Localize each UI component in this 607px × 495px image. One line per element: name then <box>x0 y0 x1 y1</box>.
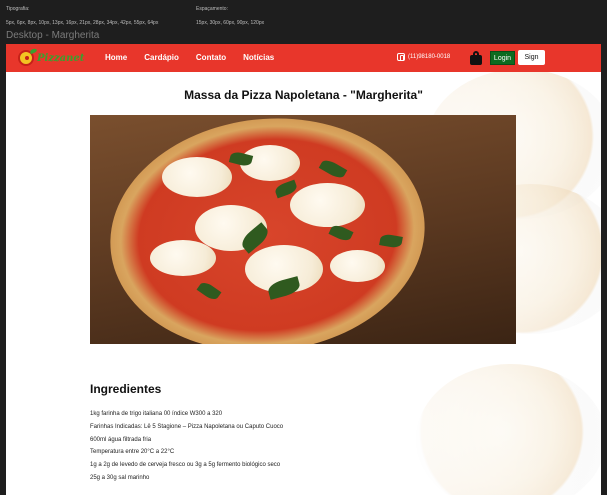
design-spec-notes: Tipografia: 5px, 6px, 8px, 10px, 13px, 1… <box>0 0 607 30</box>
nav-noticias[interactable]: Notícias <box>243 53 274 62</box>
ingredients-title: Ingredientes <box>90 382 162 396</box>
spacing-spec: Espaçamento: 15px, 30px, 60px, 90px, 120… <box>196 6 264 26</box>
whatsapp-icon <box>397 53 405 61</box>
shopping-bag-icon[interactable] <box>470 51 482 65</box>
page-title: Massa da Pizza Napoletana - "Margherita" <box>184 88 423 102</box>
list-item: 25g a 30g sal marinho <box>90 474 150 481</box>
list-item: 600ml água filtrada fria <box>90 436 152 443</box>
typography-values: 5px, 6px, 8px, 10px, 13px, 16px, 21px, 2… <box>6 20 159 26</box>
desktop-frame: Pizzanet Home Cardápio Contato Notícias … <box>6 44 601 495</box>
list-item: 1kg farinha de trigo italiana 00 índice … <box>90 411 223 417</box>
login-button[interactable]: Login <box>490 51 515 65</box>
sign-button[interactable]: Sign <box>518 50 545 65</box>
list-item: Temperatura entre 20°C a 22°C <box>90 449 175 456</box>
spacing-label: Espaçamento: <box>196 6 228 12</box>
logo[interactable]: Pizzanet <box>18 47 85 67</box>
list-item: 1g a 2g de levedo de cerveja fresco ou 3… <box>90 462 281 469</box>
nav-home[interactable]: Home <box>105 53 127 62</box>
list-item: Farinhas Indicadas: Lê 5 Stagione – Pizz… <box>90 423 284 430</box>
main-nav: Home Cardápio Contato Notícias <box>105 53 291 62</box>
tomato-logo-icon <box>18 47 38 66</box>
logo-text: Pizzanet <box>37 52 85 64</box>
typography-spec: Tipografia: 5px, 6px, 8px, 10px, 13px, 1… <box>6 6 158 26</box>
frame-title: Desktop - Margherita <box>6 30 100 41</box>
nav-cardapio[interactable]: Cardápio <box>144 53 179 62</box>
phone-number: (11)98180-0018 <box>408 54 451 60</box>
margherita-pizza-image <box>90 115 516 344</box>
ingredients-list: 1kg farinha de trigo italiana 00 índice … <box>90 408 283 485</box>
site-header: Pizzanet Home Cardápio Contato Notícias … <box>6 44 601 72</box>
typography-label: Tipografia: <box>6 6 30 12</box>
phone-contact[interactable]: (11)98180-0018 <box>397 53 450 61</box>
nav-contato[interactable]: Contato <box>196 53 226 62</box>
spacing-values: 15px, 30px, 60px, 90px, 120px <box>196 20 265 26</box>
